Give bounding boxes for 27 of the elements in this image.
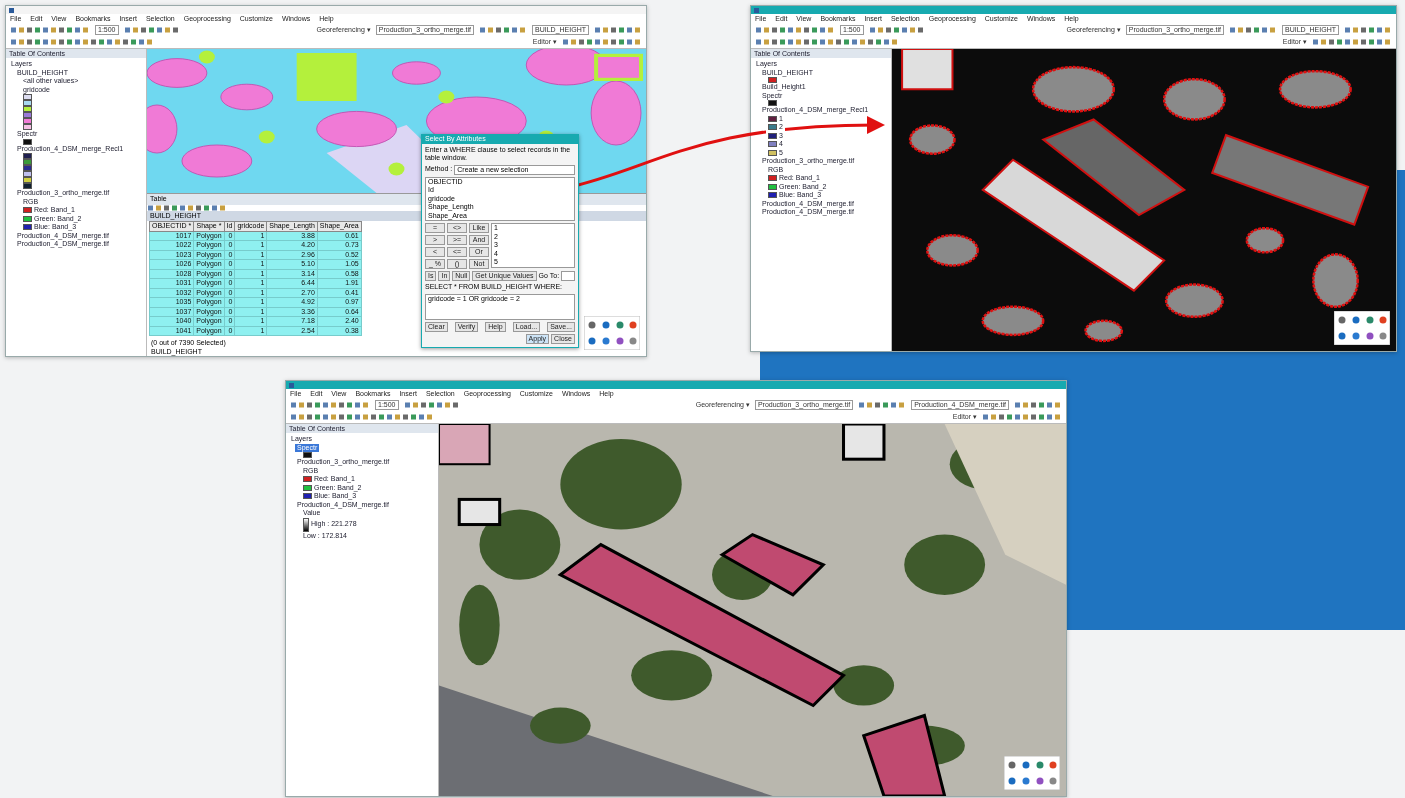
toolbar-icons-drawing[interactable]	[868, 27, 925, 33]
toolbar-icons-drawing[interactable]	[755, 39, 899, 45]
toolbar-icons-drawing[interactable]	[147, 204, 227, 211]
toolbar-icons-drawing[interactable]	[123, 27, 180, 33]
toolbar-icons-drawing[interactable]	[1344, 27, 1392, 33]
toolbar-icons-drawing[interactable]	[10, 27, 90, 33]
toolbar-icons-drawing[interactable]	[755, 27, 835, 33]
toolbar-icons-drawing[interactable]	[290, 402, 370, 408]
app-icon	[289, 382, 294, 388]
toolbar-icons-drawing[interactable]	[10, 39, 154, 45]
toolbar-icons-drawing[interactable]	[290, 414, 434, 420]
floating-tools-drawing[interactable]	[584, 316, 640, 350]
app-icon	[9, 7, 14, 13]
toolbar-icons-drawing[interactable]	[982, 414, 1062, 420]
toolbar-icons-drawing[interactable]	[858, 402, 907, 408]
toolbar-icons-drawing[interactable]	[1312, 39, 1392, 45]
toolbar-icons-drawing[interactable]	[1229, 27, 1278, 33]
goto-field[interactable]	[561, 271, 575, 281]
toolbar-icons-drawing[interactable]	[1014, 402, 1062, 408]
app-icon	[754, 7, 759, 13]
toolbar-icons-drawing[interactable]	[479, 27, 528, 33]
floating-tools-drawing[interactable]	[1004, 756, 1060, 790]
toolbar-icons-drawing[interactable]	[403, 402, 460, 408]
ramp-swatch	[303, 517, 309, 532]
floating-tools-drawing[interactable]	[1334, 311, 1390, 345]
toolbar-icons-drawing[interactable]	[594, 27, 642, 33]
toolbar-icons-drawing[interactable]	[562, 39, 642, 45]
